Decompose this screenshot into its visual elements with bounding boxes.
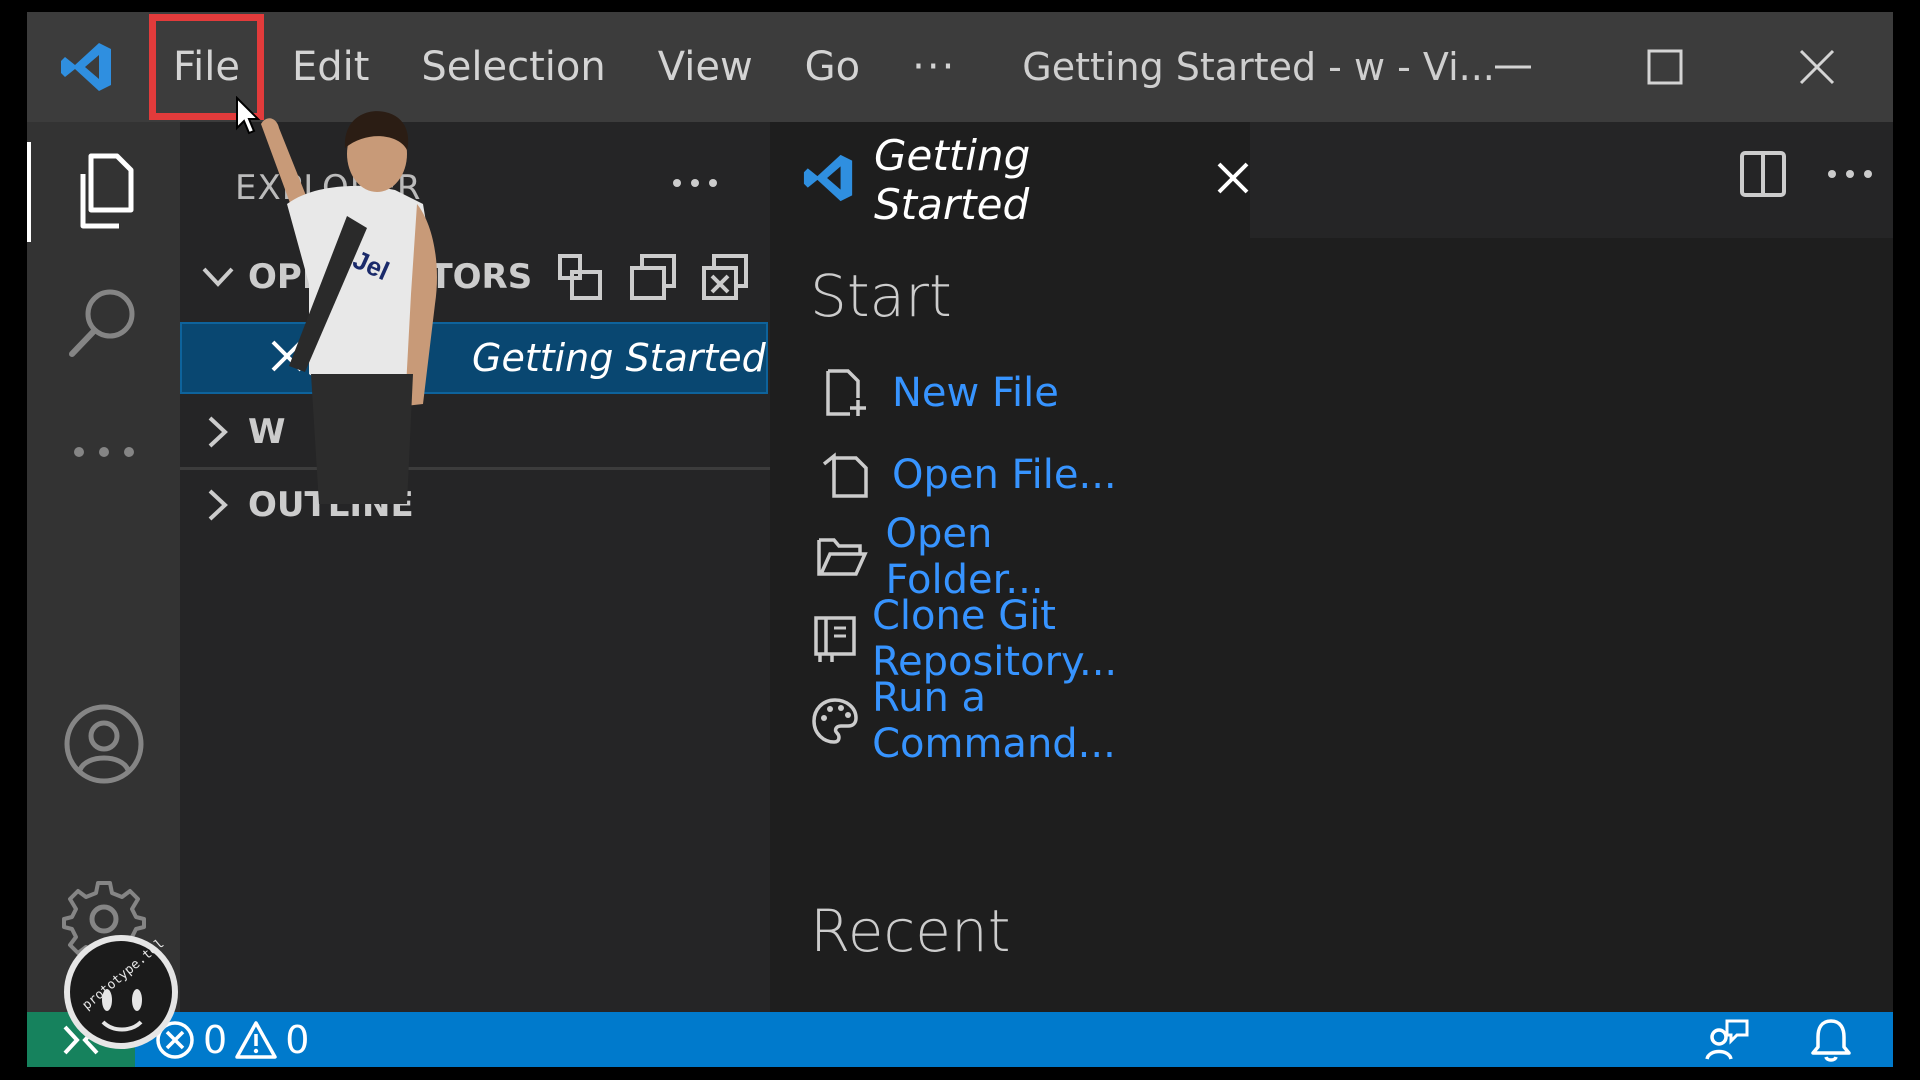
new-file-icon [810, 368, 880, 418]
tab-getting-started[interactable]: Getting Started [770, 122, 1250, 238]
open-file-label[interactable]: Open File... [892, 452, 1117, 498]
start-heading: Start [810, 262, 952, 330]
run-command-label[interactable]: Run a Command... [872, 675, 1137, 767]
accounts-button[interactable] [27, 702, 180, 786]
close-all-icon[interactable] [700, 252, 750, 302]
welcome-start: Start New File Open File... Open Folder.… [810, 262, 1117, 767]
editor-area: Getting Started Start New File Open File… [770, 122, 1893, 1012]
close-tab-icon[interactable] [1216, 161, 1250, 199]
close-window-button[interactable] [1741, 12, 1893, 122]
open-folder-link[interactable]: Open Folder... [810, 511, 1137, 603]
open-folder-label[interactable]: Open Folder... [885, 511, 1137, 603]
maximize-button[interactable] [1589, 12, 1741, 122]
ellipsis-icon [673, 179, 717, 187]
vscode-tab-icon [802, 151, 856, 209]
new-untitled-file-icon[interactable] [556, 252, 606, 302]
warning-icon [235, 1020, 277, 1059]
ellipsis-icon[interactable] [1827, 168, 1873, 180]
error-count: 0 [203, 1017, 228, 1062]
split-editor-icon[interactable] [1739, 150, 1787, 198]
open-folder-icon [810, 532, 873, 582]
new-file-link[interactable]: New File [810, 352, 1137, 434]
more-activity-button[interactable] [27, 442, 180, 462]
activity-bar [27, 122, 180, 1012]
files-icon [80, 153, 133, 229]
vscode-logo-icon [27, 12, 147, 122]
new-file-label[interactable]: New File [892, 370, 1059, 416]
open-editors-actions [556, 252, 750, 302]
explorer-activity-button[interactable] [27, 142, 180, 242]
open-file-icon [810, 450, 880, 500]
editor-actions [1739, 150, 1873, 198]
account-icon [64, 704, 143, 784]
vscode-window: File Edit Selection View Go ··· Getting … [27, 12, 1893, 1067]
ellipsis-icon [73, 447, 134, 457]
save-all-icon[interactable] [628, 252, 678, 302]
status-bar: 0 0 [27, 1012, 1893, 1067]
tab-label: Getting Started [874, 131, 1031, 229]
search-icon [68, 289, 134, 357]
channel-badge-logo: prototype.tel [64, 935, 178, 1049]
menu-go[interactable]: Go [779, 12, 886, 122]
presenter-overlay: Jel [261, 111, 437, 504]
recent-heading: Recent [810, 897, 1011, 965]
mouse-cursor-icon [236, 96, 261, 135]
minimize-button[interactable] [1437, 12, 1589, 122]
window-controls [1437, 12, 1893, 122]
start-actions: New File Open File... Open Folder... Clo… [810, 352, 1137, 767]
sidebar-more-button[interactable] [672, 174, 718, 193]
warning-count: 0 [285, 1017, 310, 1062]
status-right [1703, 1012, 1853, 1067]
maximize-icon [1647, 49, 1683, 85]
bell-icon[interactable] [1809, 1017, 1853, 1063]
tab-bar: Getting Started [770, 122, 1893, 238]
window-title: Getting Started - w - Vi... [1022, 45, 1495, 89]
clone-repo-icon [810, 614, 860, 664]
feedback-icon[interactable] [1703, 1017, 1749, 1063]
clone-repo-link[interactable]: Clone Git Repository... [810, 593, 1137, 685]
menu-view[interactable]: View [632, 12, 779, 122]
close-icon [1799, 49, 1835, 85]
search-activity-button[interactable] [27, 282, 180, 362]
minimize-icon [1495, 65, 1531, 69]
menu-more-button[interactable]: ··· [886, 44, 982, 90]
clone-repo-label[interactable]: Clone Git Repository... [872, 593, 1137, 685]
run-command-link[interactable]: Run a Command... [810, 675, 1137, 767]
palette-icon [810, 696, 860, 746]
open-file-link[interactable]: Open File... [810, 434, 1137, 516]
